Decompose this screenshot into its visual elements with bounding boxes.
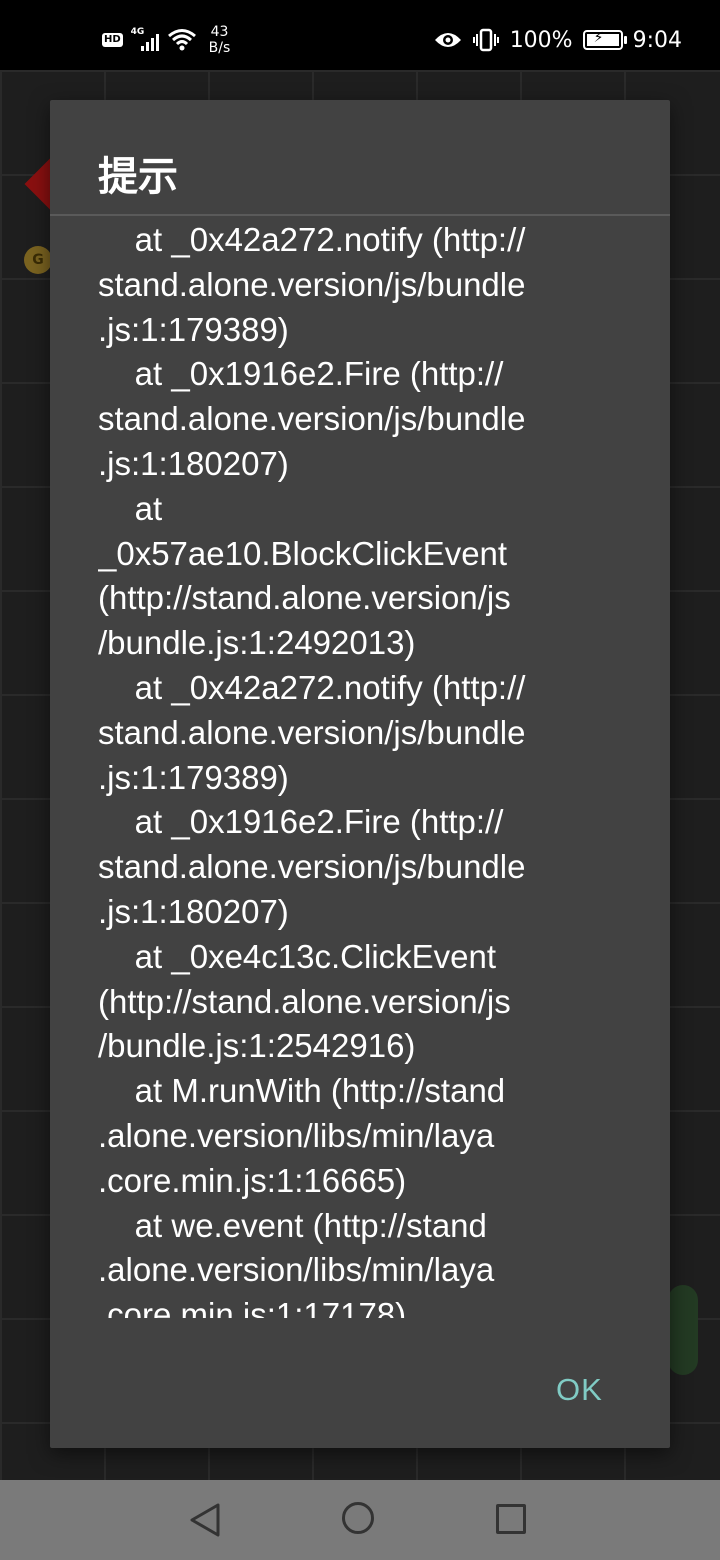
message-line: stand.alone.version/js/bundle [98, 713, 526, 751]
status-left: HD 4G 43 B/s [102, 22, 230, 58]
alert-dialog: 提示 at _0x42a272.notify (http:// stand.alo… [50, 100, 670, 1448]
message-line: .js:1:179389) [98, 310, 289, 348]
message-line: at _0x42a272.notify (http:// [98, 221, 526, 258]
message-line: .core.min.js:1:16665) [98, 1161, 407, 1199]
message-line: at M.runWith (http://stand [98, 1072, 506, 1110]
status-right: 100% ⚡ 9:04 [434, 22, 682, 58]
speed-value: 43 [210, 24, 229, 40]
message-line: /bundle.js:1:2542916) [98, 1027, 416, 1065]
message-line: .js:1:180207) [98, 892, 289, 930]
battery-icon: ⚡ [582, 30, 627, 50]
network-speed: 43 B/s [209, 24, 231, 56]
message-line: .alone.version/libs/min/laya [98, 1116, 495, 1154]
message-line: stand.alone.version/js/bundle [98, 848, 526, 886]
message-line: stand.alone.version/js/bundle [98, 265, 526, 303]
message-line: .core.min.js:1:17178) [98, 1296, 407, 1318]
home-icon[interactable] [342, 1502, 374, 1534]
battery-percent: 100% [509, 27, 573, 53]
wifi-icon [167, 29, 196, 51]
message-line: at [98, 489, 163, 527]
message-line: .js:1:180207) [98, 444, 289, 482]
message-line: _0x57ae10.BlockClickEvent [98, 534, 508, 572]
message-line: at _0x1916e2.Fire (http:// [98, 803, 504, 841]
back-icon[interactable] [188, 1502, 224, 1538]
green-badge-icon [668, 1285, 698, 1375]
message-line: (http://stand.alone.version/js [98, 579, 511, 617]
dialog-divider [50, 214, 670, 216]
ok-button[interactable]: OK [556, 1372, 603, 1408]
hd-icon: HD [102, 33, 123, 47]
message-line: at _0x1916e2.Fire (http:// [98, 355, 504, 393]
dialog-message-scroll[interactable]: at _0x42a272.notify (http:// stand.alone.… [98, 218, 598, 1318]
gold-coin-icon: G [24, 246, 52, 274]
message-line: /bundle.js:1:2492013) [98, 624, 416, 662]
status-bar: HD 4G 43 B/s 100% ⚡ 9:04 [0, 0, 720, 70]
message-line: at _0x42a272.notify (http:// [98, 668, 526, 706]
eye-icon [434, 33, 461, 47]
message-line: stand.alone.version/js/bundle [98, 400, 526, 438]
vibrate-icon [472, 28, 499, 52]
message-line: .alone.version/libs/min/laya [98, 1251, 495, 1289]
clock: 9:04 [632, 27, 682, 53]
signal-icon: 4G [131, 27, 159, 53]
message-line: at _0xe4c13c.ClickEvent [98, 937, 497, 975]
message-line: at we.event (http://stand [98, 1206, 487, 1244]
dialog-title: 提示 [98, 154, 178, 200]
speed-unit: B/s [208, 40, 231, 56]
message-line: (http://stand.alone.version/js [98, 982, 511, 1020]
recents-icon[interactable] [496, 1504, 526, 1534]
navigation-bar [0, 1480, 720, 1560]
message-line: .js:1:179389) [98, 758, 289, 796]
